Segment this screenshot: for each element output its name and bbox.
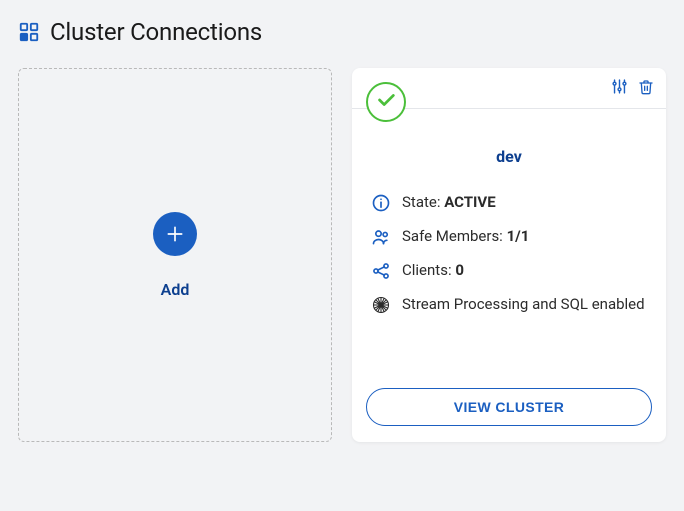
state-text: State: ACTIVE [402,192,496,212]
view-cluster-button[interactable]: VIEW CLUSTER [366,388,652,426]
add-circle [153,212,197,256]
jet-icon [370,294,392,316]
card-footer: VIEW CLUSTER [352,376,666,442]
members-row: Safe Members: 1/1 [370,226,648,248]
members-text: Safe Members: 1/1 [402,226,529,246]
share-icon [370,260,392,282]
status-ok-badge [366,82,406,122]
state-label: State: [402,193,440,211]
clients-label: Clients: [402,261,452,279]
state-value: ACTIVE [444,193,495,211]
add-connection-card[interactable]: Add [18,68,332,442]
clients-text: Clients: 0 [402,260,464,280]
page-header: Cluster Connections [18,18,666,46]
members-label: Safe Members: [402,227,503,245]
plus-icon [165,224,185,244]
card-body: dev State: ACTIVE [352,109,666,376]
add-label: Add [161,280,190,299]
card-actions [611,78,654,95]
info-list: State: ACTIVE Safe Members: [370,192,648,316]
settings-sliders-icon[interactable] [611,78,628,95]
cluster-name: dev [370,147,648,166]
feature-text: Stream Processing and SQL enabled [402,294,645,314]
users-icon [370,226,392,248]
state-row: State: ACTIVE [370,192,648,214]
checkmark-icon [375,89,397,115]
members-value: 1/1 [507,227,530,245]
clients-value: 0 [455,261,464,279]
cluster-card: dev State: ACTIVE [352,68,666,442]
page-title: Cluster Connections [50,18,262,46]
trash-icon[interactable] [638,79,654,95]
grid-icon [18,21,40,43]
feature-row: Stream Processing and SQL enabled [370,294,648,316]
clients-row: Clients: 0 [370,260,648,282]
cards-row: Add [18,68,666,442]
info-icon [370,192,392,214]
